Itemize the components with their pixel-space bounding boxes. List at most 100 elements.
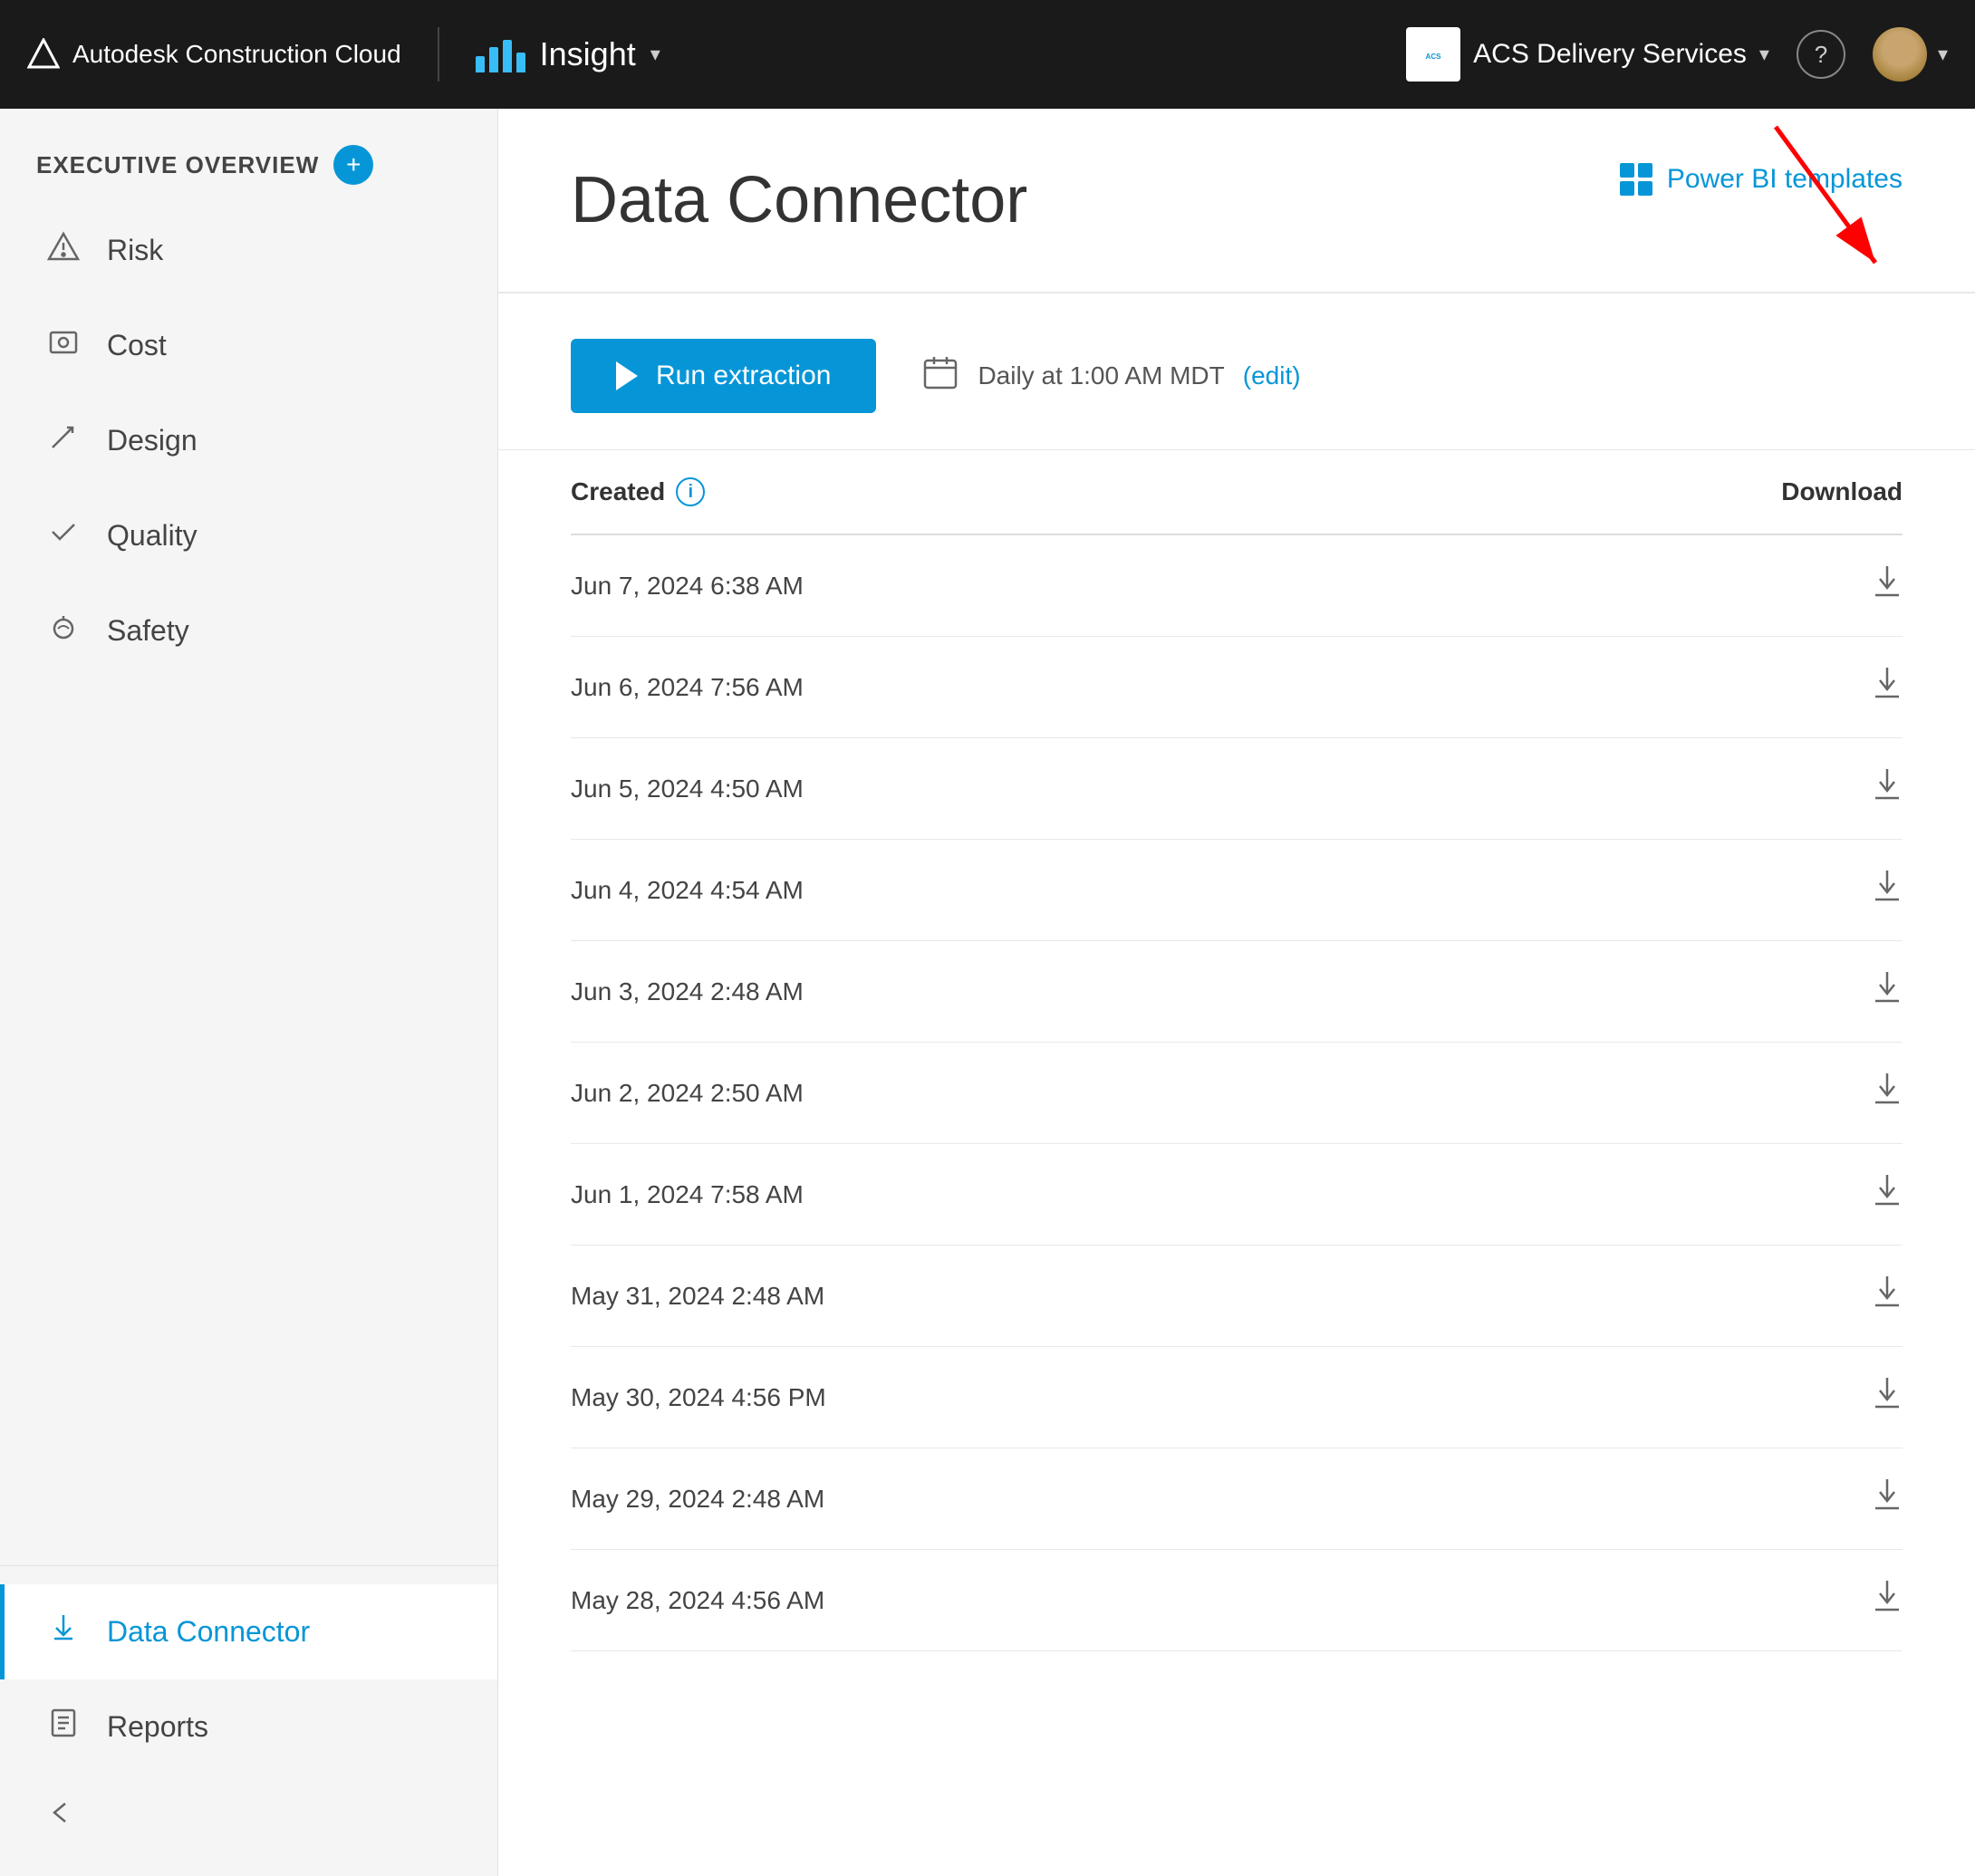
created-info-icon[interactable]: i [676, 477, 705, 506]
help-button[interactable]: ? [1797, 30, 1845, 79]
download-button-1[interactable] [1758, 666, 1903, 708]
exec-overview-label: EXECUTIVE OVERVIEW [36, 151, 319, 179]
download-icon-4[interactable] [1872, 970, 1903, 1013]
org-logo-img: ACS [1411, 32, 1456, 77]
cost-icon [45, 325, 82, 366]
table-body: Jun 7, 2024 6:38 AM Jun 6, 2024 7:56 AM [571, 535, 1903, 1651]
date-cell: May 28, 2024 4:56 AM [571, 1586, 1758, 1615]
download-button-6[interactable] [1758, 1173, 1903, 1216]
run-extraction-button[interactable]: Run extraction [571, 339, 876, 413]
bar3 [503, 40, 512, 72]
download-button-0[interactable] [1758, 564, 1903, 607]
schedule-info: Daily at 1:00 AM MDT (edit) [921, 353, 1300, 399]
edit-schedule-button[interactable]: (edit) [1243, 361, 1301, 390]
date-cell: Jun 6, 2024 7:56 AM [571, 673, 1758, 702]
sidebar-risk-label: Risk [107, 234, 163, 267]
download-icon-0[interactable] [1872, 564, 1903, 607]
insight-brand: Insight ▾ [476, 35, 660, 73]
top-bar: Autodesk Construction Cloud Insight ▾ AC… [0, 0, 1975, 109]
calendar-icon [921, 353, 959, 399]
brand-label: Autodesk Construction Cloud [72, 40, 401, 69]
bar2 [489, 47, 498, 72]
org-selector[interactable]: ACS ACS Delivery Services ▾ [1406, 27, 1769, 82]
download-button-2[interactable] [1758, 767, 1903, 810]
data-table-container: Created i Download Jun 7, 2024 6:38 AM J… [498, 450, 1975, 1876]
sidebar-item-design[interactable]: Design [0, 393, 497, 488]
download-icon-9[interactable] [1872, 1477, 1903, 1520]
org-logo: ACS [1406, 27, 1460, 82]
table-row: Jun 7, 2024 6:38 AM [571, 535, 1903, 637]
sidebar-item-reports[interactable]: Reports [0, 1679, 497, 1775]
date-cell: Jun 5, 2024 4:50 AM [571, 774, 1758, 803]
date-cell: Jun 2, 2024 2:50 AM [571, 1079, 1758, 1108]
quality-icon [45, 515, 82, 556]
sidebar-item-safety[interactable]: Safety [0, 583, 497, 678]
data-connector-icon [45, 1611, 82, 1652]
content-header: Data Connector Power BI templates [498, 109, 1975, 293]
table-row: Jun 6, 2024 7:56 AM [571, 637, 1903, 738]
sidebar-item-quality[interactable]: Quality [0, 488, 497, 583]
download-icon-2[interactable] [1872, 767, 1903, 810]
download-button-4[interactable] [1758, 970, 1903, 1013]
download-button-3[interactable] [1758, 869, 1903, 911]
grid-cell-4 [1638, 181, 1652, 196]
risk-icon [45, 230, 82, 271]
bar1 [476, 56, 485, 72]
sidebar-reports-label: Reports [107, 1710, 208, 1744]
download-icon-3[interactable] [1872, 869, 1903, 911]
sidebar-quality-label: Quality [107, 519, 198, 553]
table-row: Jun 4, 2024 4:54 AM [571, 840, 1903, 941]
sidebar-item-data-connector[interactable]: Data Connector [0, 1584, 497, 1679]
avatar-image [1873, 27, 1927, 82]
date-cell: Jun 1, 2024 7:58 AM [571, 1180, 1758, 1209]
avatar [1873, 27, 1927, 82]
download-button-9[interactable] [1758, 1477, 1903, 1520]
power-bi-label: Power BI templates [1667, 164, 1903, 195]
sidebar-item-cost[interactable]: Cost [0, 298, 497, 393]
sidebar-item-risk[interactable]: Risk [0, 203, 497, 298]
add-overview-button[interactable]: + [333, 145, 373, 185]
table-row: Jun 3, 2024 2:48 AM [571, 941, 1903, 1043]
table-header: Created i Download [571, 450, 1903, 535]
download-button-7[interactable] [1758, 1275, 1903, 1317]
org-dropdown-arrow[interactable]: ▾ [1759, 43, 1769, 66]
main-layout: EXECUTIVE OVERVIEW + Risk Cost [0, 109, 1975, 1876]
power-bi-grid-icon [1620, 163, 1652, 196]
insight-chart-icon [476, 36, 525, 72]
play-icon [616, 361, 638, 390]
schedule-text: Daily at 1:00 AM MDT [978, 361, 1224, 390]
download-icon-1[interactable] [1872, 666, 1903, 708]
col-created-header: Created i [571, 477, 1758, 506]
download-icon-7[interactable] [1872, 1275, 1903, 1317]
toolbar: Run extraction Daily at 1:00 AM MDT (edi… [498, 293, 1975, 450]
exec-overview-section: EXECUTIVE OVERVIEW + [0, 127, 497, 203]
product-dropdown-arrow[interactable]: ▾ [650, 43, 660, 66]
collapse-button[interactable] [0, 1775, 497, 1858]
table-row: May 31, 2024 2:48 AM [571, 1246, 1903, 1347]
download-icon-10[interactable] [1872, 1579, 1903, 1621]
sidebar-design-label: Design [107, 424, 198, 457]
download-icon-5[interactable] [1872, 1072, 1903, 1114]
table-row: Jun 2, 2024 2:50 AM [571, 1043, 1903, 1144]
sidebar-data-connector-label: Data Connector [107, 1615, 310, 1649]
top-right: ACS ACS Delivery Services ▾ ? ▾ [1406, 27, 1948, 82]
product-label: Insight [540, 35, 636, 73]
safety-icon [45, 611, 82, 651]
reports-icon [45, 1707, 82, 1747]
sidebar: EXECUTIVE OVERVIEW + Risk Cost [0, 109, 498, 1876]
avatar-dropdown-arrow[interactable]: ▾ [1938, 43, 1948, 66]
table-row: Jun 5, 2024 4:50 AM [571, 738, 1903, 840]
top-bar-divider [438, 27, 439, 82]
autodesk-logo: Autodesk Construction Cloud [27, 38, 401, 71]
download-icon-8[interactable] [1872, 1376, 1903, 1419]
sidebar-cost-label: Cost [107, 329, 167, 362]
date-cell: Jun 3, 2024 2:48 AM [571, 977, 1758, 1006]
power-bi-link[interactable]: Power BI templates [1620, 163, 1903, 196]
date-cell: May 29, 2024 2:48 AM [571, 1485, 1758, 1514]
design-icon [45, 420, 82, 461]
download-button-5[interactable] [1758, 1072, 1903, 1114]
download-button-8[interactable] [1758, 1376, 1903, 1419]
download-button-10[interactable] [1758, 1579, 1903, 1621]
download-icon-6[interactable] [1872, 1173, 1903, 1216]
nav-spacer [0, 678, 497, 1565]
